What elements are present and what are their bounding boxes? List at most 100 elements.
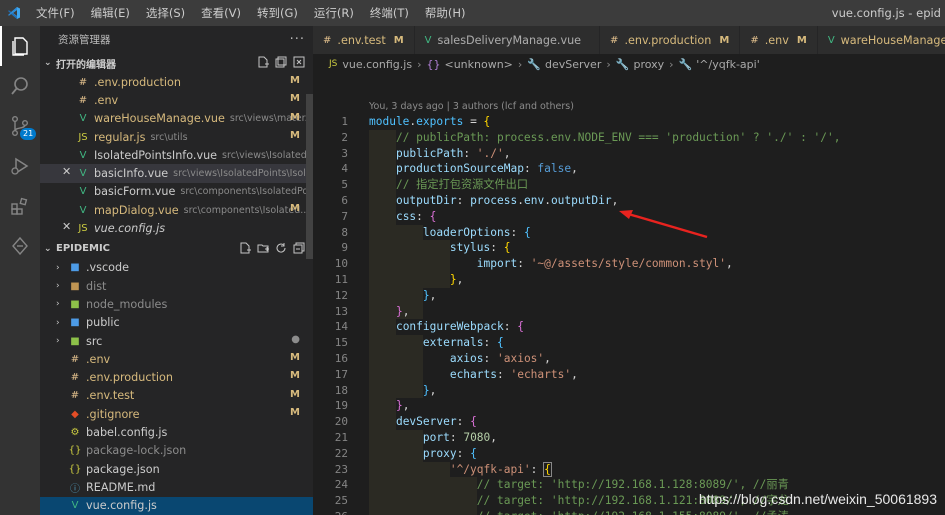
extensions-icon[interactable] [0, 186, 40, 226]
menu-item[interactable]: 帮助(H) [417, 5, 474, 21]
tree-item[interactable]: # .env.production M [40, 368, 313, 386]
search-icon[interactable] [0, 66, 40, 106]
file-type-icon: V [827, 34, 835, 46]
tree-item[interactable]: {} package-lock.json [40, 442, 313, 460]
new-file-icon[interactable] [239, 242, 251, 257]
menu-item[interactable]: 文件(F) [28, 5, 83, 21]
tab-label: salesDeliveryManage.vue [437, 33, 582, 47]
file-name: basicForm.vue [94, 185, 176, 199]
code-line: }, [422, 383, 437, 397]
editor-tab[interactable]: VsalesDeliveryManage.vue [414, 26, 601, 54]
save-all-icon[interactable] [275, 56, 287, 71]
line-number: 1 [341, 115, 348, 128]
chevron-down-icon: ⌄ [44, 243, 52, 254]
scm-count-badge: 21 [20, 128, 37, 140]
line-number: 12 [334, 288, 348, 302]
editor-tab[interactable]: # .env.production M [600, 26, 741, 54]
file-name: package.json [86, 462, 160, 476]
menu-item[interactable]: 编辑(E) [83, 5, 138, 21]
chevron-right-icon: › [56, 299, 60, 310]
chevron-down-icon: ⌄ [44, 58, 52, 68]
remote-explorer-icon[interactable] [0, 226, 40, 266]
menu-item[interactable]: 运行(R) [306, 5, 362, 21]
sidebar-scrollbar[interactable] [306, 94, 313, 259]
open-editor-item[interactable]: # .env.production M [40, 73, 313, 91]
file-name: public [86, 316, 120, 330]
menu-item[interactable]: 终端(T) [362, 5, 417, 21]
wrench-icon: 🔧 [678, 57, 693, 71]
refresh-icon[interactable] [275, 242, 287, 257]
file-name: vue.config.js [86, 499, 157, 513]
tree-item[interactable]: › ■ .vscode [40, 259, 313, 277]
open-editor-item[interactable]: VmapDialog.vue src\components\Isolated...… [40, 201, 313, 219]
file-name: .env [86, 352, 111, 366]
open-editor-item[interactable]: ✕ JS vue.config.js [40, 219, 313, 237]
git-status-badge: M [290, 407, 300, 419]
code-editor[interactable]: You, 3 days ago | 3 authors (lcf and oth… [313, 74, 945, 515]
menu-item[interactable]: 选择(S) [138, 5, 193, 21]
breadcrumb-item-file[interactable]: vue.config.js [342, 58, 412, 71]
run-debug-icon[interactable] [0, 146, 40, 186]
editor-tab[interactable]: VwareHouseManage [817, 26, 945, 54]
menu-item[interactable]: 转到(G) [249, 5, 306, 21]
code-line: publicPath: './', [395, 146, 511, 160]
tree-item[interactable]: # .env M [40, 350, 313, 368]
tab-modified-badge: M [719, 34, 730, 46]
close-icon[interactable]: ✕ [62, 165, 71, 178]
more-actions-icon[interactable]: ··· [290, 32, 305, 47]
source-control-icon[interactable]: 21 [0, 106, 40, 146]
breadcrumb-item-proxy[interactable]: proxy [633, 58, 664, 71]
tree-item[interactable]: › ■ public [40, 314, 313, 332]
breadcrumb-item-unknown[interactable]: <unknown> [444, 58, 512, 71]
tree-item[interactable]: › ■ src ● [40, 332, 313, 350]
editor-tab[interactable]: # .env M [740, 26, 818, 54]
tree-item[interactable]: # .env.test M [40, 387, 313, 405]
new-folder-icon[interactable] [257, 242, 269, 257]
tree-item[interactable]: Vvue.config.js [40, 496, 313, 515]
file-type-icon: # [610, 34, 619, 46]
tree-item[interactable]: ◆ .gitignore M [40, 405, 313, 423]
tree-item[interactable]: {} package.json [40, 460, 313, 478]
breadcrumb-item-devserver[interactable]: devServer [545, 58, 601, 71]
file-type-icon: ■ [70, 262, 80, 274]
open-editor-item[interactable]: # .env M [40, 91, 313, 109]
open-editor-item[interactable]: VbasicForm.vue src\components\IsolatedPoi… [40, 183, 313, 201]
close-all-icon[interactable] [293, 56, 305, 71]
line-number: 22 [334, 446, 348, 460]
chevron-right-icon: › [56, 336, 60, 346]
file-type-icon: V [71, 500, 79, 512]
code-line: // 指定打包资源文件出口 [395, 178, 529, 192]
line-number: 21 [334, 431, 348, 444]
tree-item[interactable]: ⚙ babel.config.js [40, 423, 313, 441]
collapse-all-icon[interactable] [293, 242, 305, 257]
open-editors-header[interactable]: ⌄ 打开的编辑器 [40, 53, 313, 73]
tab-modified-badge: M [393, 34, 404, 46]
tree-item[interactable]: › ■ node_modules [40, 295, 313, 313]
open-editor-item[interactable]: JS regular.js src\utils M [40, 128, 313, 146]
breadcrumb: JS vue.config.js › {} <unknown> › 🔧 devS… [313, 54, 945, 74]
open-editor-item[interactable]: V IsolatedPointsInfo.vue src\views\Isolate… [40, 146, 313, 164]
watermark: https://blog.csdn.net/weixin_50061893 [698, 491, 937, 507]
project-header[interactable]: ⌄ EPIDEMIC [40, 239, 313, 259]
file-name: .gitignore [86, 407, 140, 421]
breadcrumb-item-yqfk-api[interactable]: '^/yqfk-api' [696, 58, 759, 71]
line-number: 11 [334, 273, 348, 286]
file-type-icon: ■ [70, 280, 80, 292]
menu-item[interactable]: 查看(V) [193, 5, 249, 21]
explorer-icon[interactable] [0, 26, 40, 66]
open-editors-title: 打开的编辑器 [56, 59, 116, 71]
code-line: }, [422, 288, 437, 302]
close-icon[interactable]: ✕ [62, 220, 71, 233]
code-line: axios: 'axios', [449, 352, 551, 365]
open-editor-item[interactable]: VwareHouseManage.vue src\views\mater... M [40, 110, 313, 128]
open-editor-item[interactable]: ✕ VbasicInfo.vue src\views\IsolatedPoints\… [40, 164, 313, 183]
git-status-badge: M [290, 370, 300, 382]
new-untitled-file-icon[interactable] [257, 56, 269, 71]
editor-tab[interactable]: # .env.test M [313, 26, 415, 54]
git-status-badge: M [290, 388, 300, 400]
code-line: configureWebpack: { [395, 320, 524, 334]
file-type-icon: JS [78, 223, 88, 235]
editor-scrollbar[interactable] [933, 74, 945, 515]
tree-item[interactable]: › ■ dist [40, 277, 313, 295]
tree-item[interactable]: ⓘ README.md [40, 478, 313, 496]
